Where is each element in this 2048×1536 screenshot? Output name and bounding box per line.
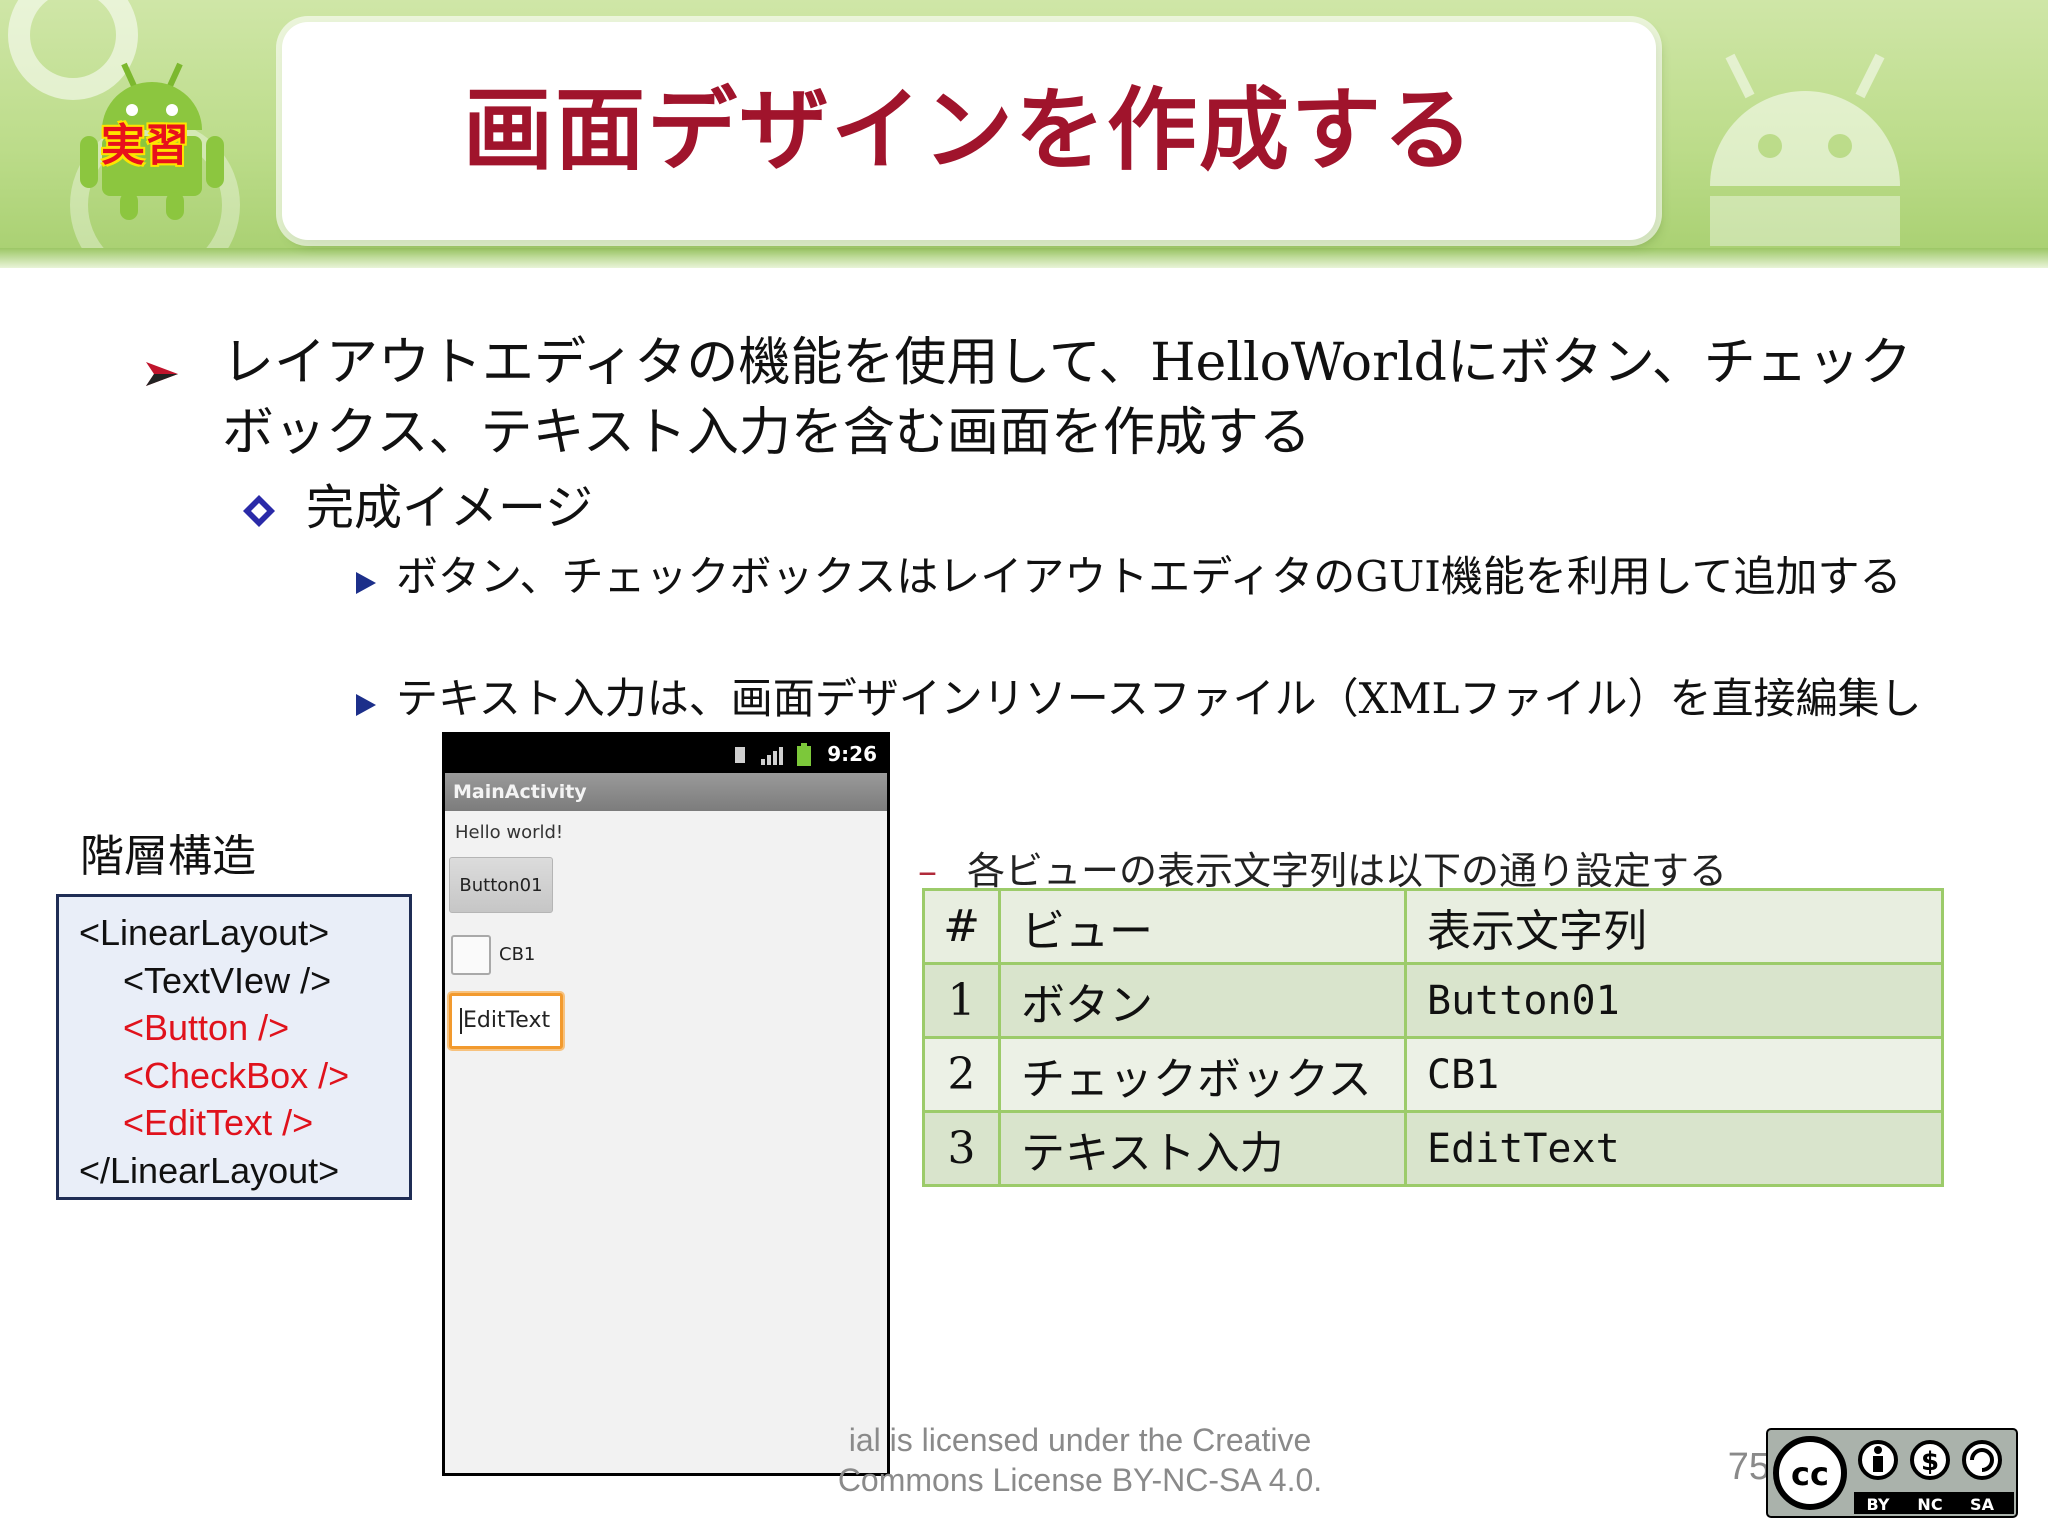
- edittext-value: EditText: [463, 1008, 551, 1033]
- license-text: ial is licensed under the Creative Commo…: [760, 1420, 1400, 1500]
- triangle-bullet-icon: [356, 694, 376, 716]
- sub-bullet-text: 完成イメージ: [306, 480, 594, 536]
- triangle-bullet-icon: [356, 572, 376, 594]
- table-cell: 3: [922, 1110, 1001, 1187]
- cc-sa-label: SA: [1970, 1495, 1995, 1514]
- svg-text:cc: cc: [1791, 1455, 1829, 1493]
- badge-label: 実習: [101, 120, 189, 171]
- hierarchy-box: <LinearLayout> <TextVIew /> <Button /> <…: [56, 894, 412, 1200]
- table-row: 1 ボタン Button01: [922, 962, 1944, 1039]
- status-icons: [735, 743, 811, 766]
- table-cell: テキスト入力: [998, 1110, 1407, 1187]
- text-caret: [460, 1008, 462, 1034]
- phone-screenshot: 9:26 MainActivity Hello world! Button01 …: [442, 732, 890, 1476]
- android-watermark-icon: [1710, 53, 1900, 246]
- hierarchy-line: <TextVIew />: [123, 959, 332, 1001]
- battery-icon: [797, 743, 811, 766]
- cb1-checkbox[interactable]: [451, 935, 491, 975]
- diamond-bullet-icon: [243, 495, 275, 527]
- slide-title: 画面デザインを作成する: [463, 77, 1475, 183]
- table-cell: 1: [922, 962, 1001, 1039]
- status-time: 9:26: [827, 742, 877, 766]
- hierarchy-label: 階層構造: [80, 831, 256, 882]
- caption-text: 各ビューの表示文字列は以下の通り設定する: [967, 849, 1728, 893]
- column-header: 表示文字列: [1404, 888, 1944, 965]
- cc-license-icon: cc $ BY NC SA: [1766, 1428, 2018, 1518]
- edittext-input[interactable]: EditText: [449, 993, 563, 1049]
- cc-by-label: BY: [1867, 1495, 1890, 1514]
- hierarchy-line: <LinearLayout>: [79, 912, 330, 953]
- hierarchy-line-highlight: <EditText />: [123, 1102, 314, 1143]
- table-row: 2 チェックボックス CB1: [922, 1036, 1944, 1113]
- hierarchy-line: </LinearLayout>: [79, 1149, 340, 1191]
- checkbox-label: CB1: [499, 944, 536, 965]
- svg-text:$: $: [1921, 1447, 1939, 1477]
- table-cell: Button01: [1404, 962, 1944, 1039]
- table-cell: ボタン: [998, 962, 1407, 1039]
- usb-icon: [735, 747, 745, 763]
- signal-icon: [761, 747, 783, 765]
- app-title: MainActivity: [453, 781, 587, 803]
- license-line: ial is licensed under the Creative: [848, 1422, 1312, 1458]
- button01[interactable]: Button01: [449, 857, 553, 913]
- main-bullet-text: レイアウトエディタの機能を使用して、HelloWorldにボタン、チェックボック…: [222, 333, 1912, 463]
- banner-stripe: [0, 248, 2048, 268]
- column-header: ビュー: [998, 888, 1407, 965]
- item-bullet-text: ボタン、チェックボックスはレイアウトエディタのGUI機能を利用して追加する: [396, 552, 1902, 601]
- hierarchy-line-highlight: <CheckBox />: [123, 1054, 350, 1096]
- table-cell: 2: [922, 1036, 1001, 1113]
- hierarchy-line-highlight: <Button />: [123, 1007, 290, 1048]
- column-header: #: [922, 888, 1001, 965]
- arrow-bullet-icon: [146, 362, 178, 386]
- table-cell: CB1: [1404, 1036, 1944, 1113]
- page-number: 75: [1727, 1446, 1770, 1488]
- license-line: Commons License BY-NC-SA 4.0.: [837, 1462, 1323, 1498]
- view-text-table: # ビュー 表示文字列 1 ボタン Button01 2 チェックボックス CB…: [922, 888, 1944, 1187]
- cc-nc-label: NC: [1917, 1495, 1942, 1514]
- table-cell: チェックボックス: [998, 1036, 1407, 1113]
- hello-textview: Hello world!: [455, 822, 564, 843]
- caption-dash: –: [918, 849, 937, 893]
- app-title-bar: MainActivity: [445, 773, 887, 811]
- table-cell: EditText: [1404, 1110, 1944, 1187]
- status-bar: 9:26: [445, 735, 887, 773]
- table-row: 3 テキスト入力 EditText: [922, 1110, 1944, 1187]
- item-bullet-text: テキスト入力は、画面デザインリソースファイル（XMLファイル）を直接編集し: [396, 674, 1922, 723]
- table-header-row: # ビュー 表示文字列: [922, 888, 1944, 965]
